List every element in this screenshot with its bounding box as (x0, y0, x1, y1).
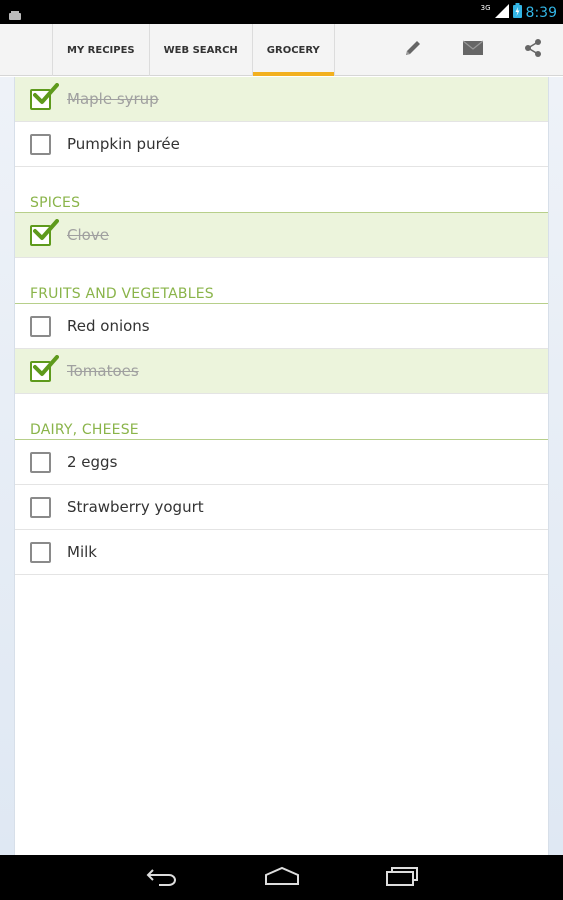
item-label: 2 eggs (67, 453, 118, 471)
item-checkbox[interactable] (30, 134, 51, 155)
grocery-item-tomatoes[interactable]: Tomatoes (15, 349, 548, 394)
edit-button[interactable] (383, 24, 443, 76)
tab-bar: MY RECIPES WEB SEARCH GROCERY (52, 24, 335, 76)
grocery-item-maple-syrup[interactable]: Maple syrup (15, 77, 548, 122)
grocery-item-red-onions[interactable]: Red onions (15, 304, 548, 349)
clock: 8:39 (525, 4, 557, 21)
section-title: FRUITS AND VEGETABLES (30, 286, 214, 302)
right-margin (548, 77, 563, 855)
tab-grocery[interactable]: GROCERY (251, 24, 335, 76)
home-button[interactable] (252, 855, 312, 900)
item-checkbox[interactable] (30, 355, 59, 382)
item-label: Maple syrup (67, 90, 159, 108)
grocery-list: Maple syrup Pumpkin purée SPICES Clove F… (15, 77, 548, 575)
checkmark-icon (33, 83, 59, 104)
back-button[interactable] (132, 855, 192, 900)
checkmark-icon (33, 355, 59, 376)
network-type-label: 3G (480, 3, 491, 12)
tab-web-search[interactable]: WEB SEARCH (148, 24, 252, 76)
pencil-icon (403, 38, 423, 62)
share-icon (523, 38, 543, 62)
notification-icon (8, 6, 22, 25)
section-header-fruits-and-vegetables: FRUITS AND VEGETABLES (15, 258, 548, 304)
tab-my-recipes[interactable]: MY RECIPES (52, 24, 149, 76)
item-label: Milk (67, 543, 97, 561)
status-bar: 3G 8:39 (0, 0, 563, 24)
section-header-dairy-cheese: DAIRY, CHEESE (15, 394, 548, 440)
item-label: Tomatoes (67, 362, 139, 380)
item-label: Pumpkin purée (67, 135, 180, 153)
email-button[interactable] (443, 24, 503, 76)
section-header-spices: SPICES (15, 167, 548, 213)
app-root: 3G 8:39 MY RECIPES WEB SEARCH GROCERY Ma… (0, 0, 563, 900)
section-title: DAIRY, CHEESE (30, 422, 139, 438)
checkmark-icon (33, 219, 59, 240)
item-checkbox[interactable] (30, 316, 51, 337)
recent-apps-icon (385, 866, 419, 890)
mail-icon (462, 40, 484, 60)
grocery-list-panel: Maple syrup Pumpkin purée SPICES Clove F… (0, 77, 563, 855)
item-label: Clove (67, 226, 109, 244)
action-bar: MY RECIPES WEB SEARCH GROCERY (0, 24, 563, 76)
left-margin (0, 77, 15, 855)
item-label: Strawberry yogurt (67, 498, 204, 516)
item-checkbox[interactable] (30, 497, 51, 518)
back-icon (145, 866, 179, 890)
item-checkbox[interactable] (30, 542, 51, 563)
grocery-item-strawberry-yogurt[interactable]: Strawberry yogurt (15, 485, 548, 530)
item-checkbox[interactable] (30, 83, 59, 110)
item-label: Red onions (67, 317, 150, 335)
grocery-item-pumpkin-puree[interactable]: Pumpkin purée (15, 122, 548, 167)
item-checkbox[interactable] (30, 452, 51, 473)
navigation-bar (0, 855, 563, 900)
home-icon (264, 866, 300, 890)
share-button[interactable] (503, 24, 563, 76)
action-buttons (383, 24, 563, 76)
grocery-item-milk[interactable]: Milk (15, 530, 548, 575)
battery-icon (512, 3, 522, 22)
item-checkbox[interactable] (30, 219, 59, 246)
grocery-item-2-eggs[interactable]: 2 eggs (15, 440, 548, 485)
grocery-item-clove[interactable]: Clove (15, 213, 548, 258)
section-title: SPICES (30, 195, 81, 211)
signal-icon (494, 3, 509, 22)
recent-apps-button[interactable] (372, 855, 432, 900)
